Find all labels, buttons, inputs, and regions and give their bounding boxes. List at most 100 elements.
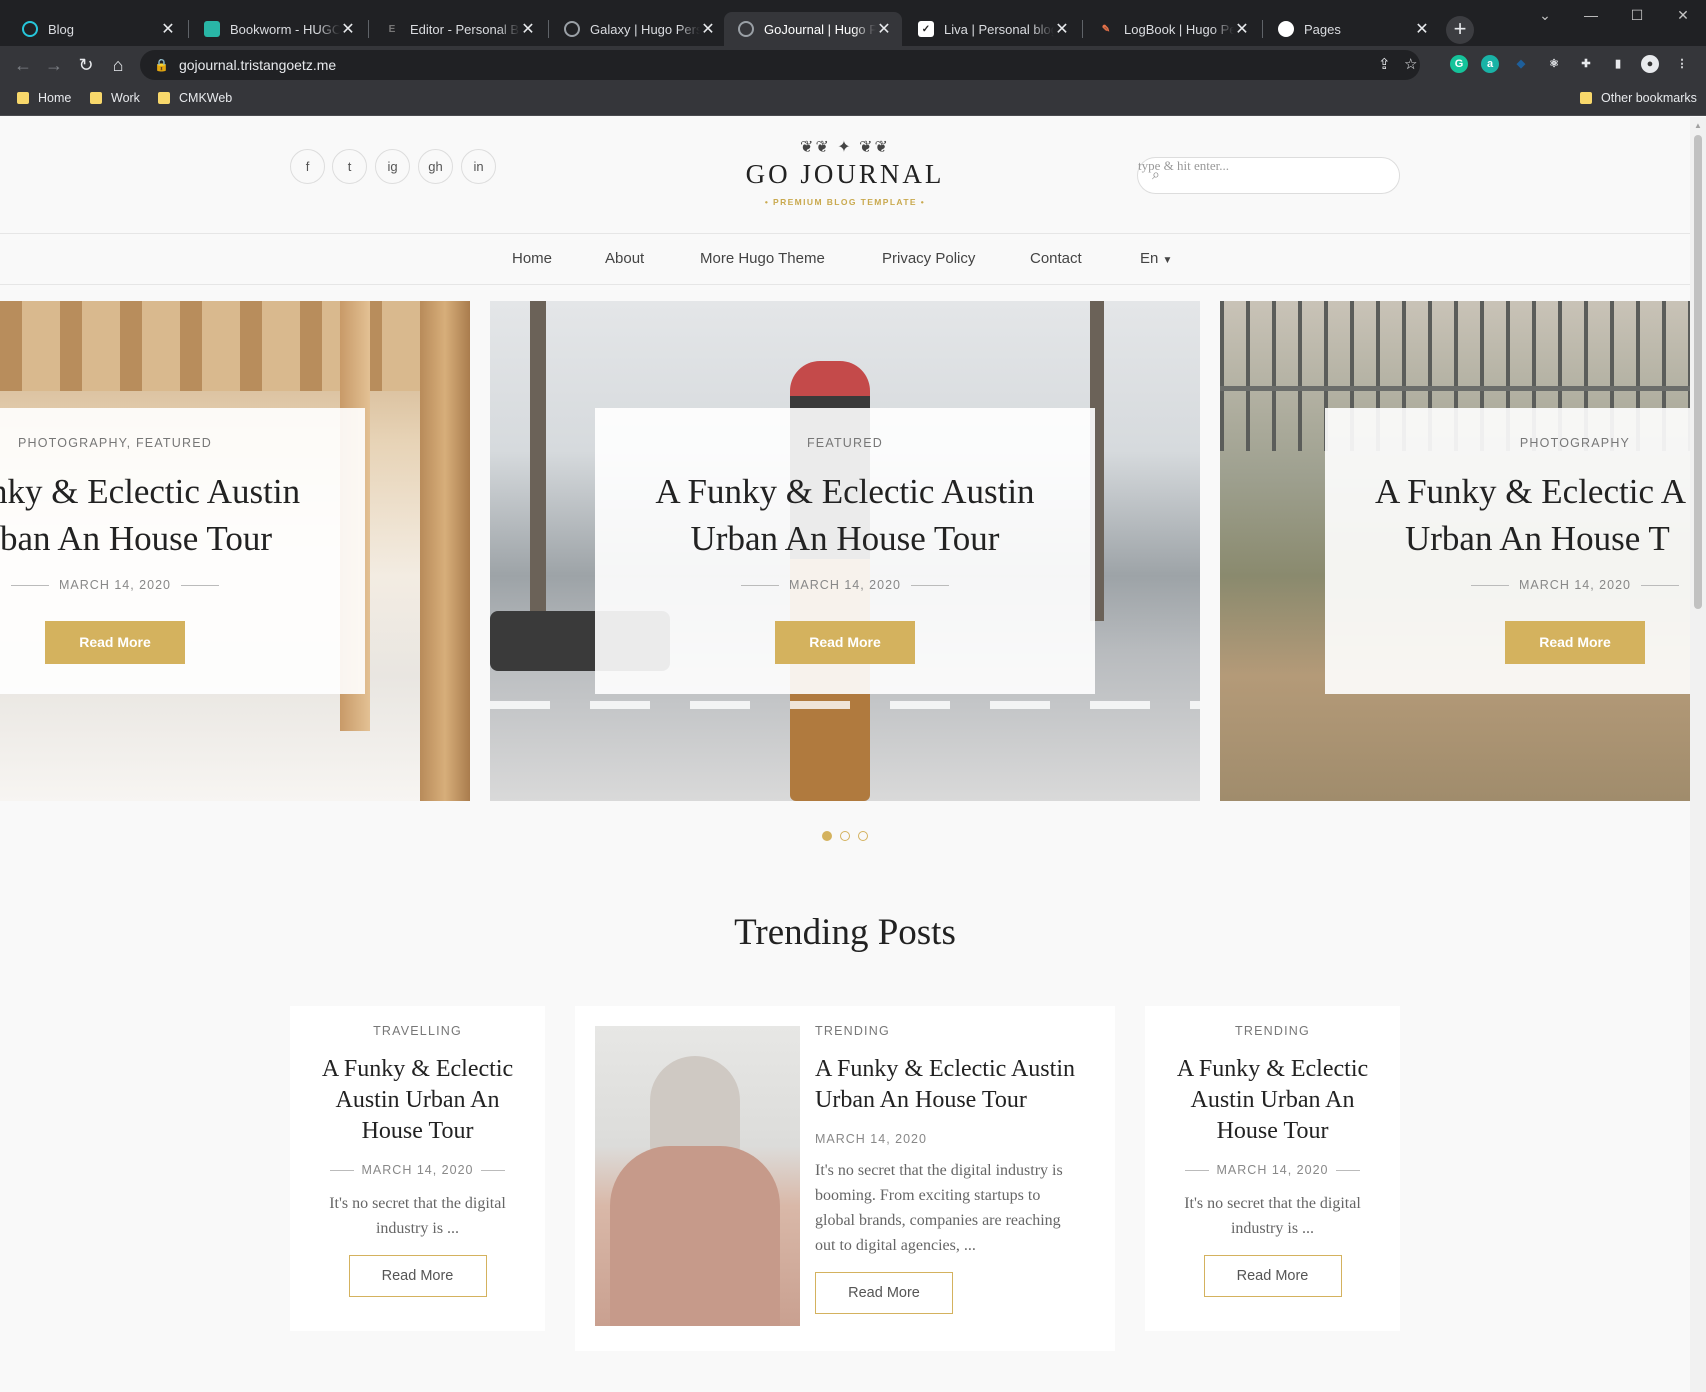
bookmark-work[interactable]: Work [90,91,140,105]
slide-title[interactable]: A Funky & Eclectic A Urban An House T [1325,468,1690,562]
close-window-button[interactable]: ✕ [1660,0,1706,30]
nav-more-hugo-theme[interactable]: More Hugo Theme [700,250,825,267]
nav-contact[interactable]: Contact [1030,250,1082,267]
tab-pages[interactable]: Pages ✕ [1264,12,1440,46]
extension-b-icon[interactable]: ◆ [1512,55,1530,73]
linkedin-icon[interactable]: in [461,149,496,184]
read-more-button[interactable]: Read More [1505,621,1645,664]
back-icon[interactable]: ← [10,52,36,78]
language-dropdown[interactable]: En ▼ [1140,250,1172,267]
tab-title: Bookworm - HUGO Blog [230,21,340,37]
profile-avatar[interactable]: ● [1641,55,1659,73]
forward-icon[interactable]: → [41,52,67,78]
slide-title[interactable]: nky & Eclectic Austin ban An House Tour [0,468,365,562]
read-more-button[interactable]: Read More [1203,1255,1342,1297]
trending-card-1: TRAVELLING A Funky & Eclectic Austin Urb… [290,1006,545,1331]
site-logo[interactable]: ❦❦ ✦ ❦❦ GO JOURNAL • PREMIUM BLOG TEMPLA… [700,137,990,207]
tab-liva[interactable]: ✓ Liva | Personal blog template ✕ [904,12,1080,46]
slide-title[interactable]: A Funky & Eclectic Austin Urban An House … [595,468,1095,562]
address-bar[interactable]: 🔒 gojournal.tristangoetz.me [140,50,1420,80]
minimize-button[interactable]: — [1568,0,1614,30]
post-category[interactable]: TRAVELLING [290,1024,545,1038]
nav-home[interactable]: Home [512,250,552,267]
menu-kebab-icon[interactable]: ⋮ [1673,55,1691,73]
post-title-line: House Tour [361,1118,474,1144]
slide-category[interactable]: PHOTOGRAPHY, FEATURED [0,436,365,450]
folder-icon [90,92,102,104]
tab-editor[interactable]: E Editor - Personal Blog ✕ [370,12,546,46]
bookmark-star-icon[interactable]: ☆ [1404,55,1417,73]
post-excerpt: It's no secret that the digital industry… [290,1191,545,1241]
close-icon[interactable]: ✕ [160,19,176,39]
post-date: MARCH 14, 2020 [290,1163,545,1177]
post-date: MARCH 14, 2020 [1145,1163,1400,1177]
close-icon[interactable]: ✕ [1054,19,1070,39]
close-icon[interactable]: ✕ [1414,19,1430,39]
tab-logbook[interactable]: ✎ LogBook | Hugo Personal ✕ [1084,12,1260,46]
react-devtools-icon[interactable]: ⚛ [1545,55,1563,73]
tab-blog[interactable]: Blog ✕ [8,12,186,46]
post-title[interactable]: A Funky & Eclectic Austin Urban An House… [815,1054,1095,1116]
post-category[interactable]: TRENDING [1145,1024,1400,1038]
slider-dot[interactable] [822,831,832,841]
tab-bookworm[interactable]: Bookworm - HUGO Blog ✕ [190,12,366,46]
grammarly-icon[interactable]: G [1450,55,1468,73]
post-title-line: A Funky & Eclectic [321,1056,514,1082]
scrollbar[interactable]: ▲ [1690,117,1706,1392]
close-icon[interactable]: ✕ [1234,19,1250,39]
close-icon[interactable]: ✕ [876,19,892,39]
slide-3[interactable]: PHOTOGRAPHY A Funky & Eclectic A Urban An… [1220,301,1690,801]
post-title-line: A Funky & Eclectic Austin [815,1056,1075,1082]
maximize-button[interactable]: ☐ [1614,0,1660,30]
slider-dot[interactable] [858,831,868,841]
lock-icon: 🔒 [154,58,169,72]
scrollbar-thumb[interactable] [1694,135,1702,609]
post-category[interactable]: TRENDING [815,1024,1095,1038]
read-more-button[interactable]: Read More [775,621,915,664]
scroll-up-icon[interactable]: ▲ [1694,121,1702,130]
slide-1[interactable]: PHOTOGRAPHY, FEATURED nky & Eclectic Aus… [0,301,470,801]
slide-category[interactable]: PHOTOGRAPHY [1325,436,1690,450]
reload-icon[interactable]: ↻ [73,52,99,78]
slider-dot[interactable] [840,831,850,841]
close-icon[interactable]: ✕ [340,19,356,39]
twitter-icon[interactable]: t [332,149,367,184]
side-panel-icon[interactable]: ▮ [1609,55,1627,73]
section-title: Trending Posts [734,912,956,953]
nav-about[interactable]: About [605,250,644,267]
slide-2[interactable]: FEATURED A Funky & Eclectic Austin Urban … [490,301,1200,801]
post-title[interactable]: A Funky & Eclectic Austin Urban An House… [1145,1054,1400,1147]
nav-privacy-policy[interactable]: Privacy Policy [882,250,975,267]
tab-galaxy[interactable]: Galaxy | Hugo Personal ✕ [550,12,726,46]
read-more-button[interactable]: Read More [348,1255,487,1297]
extension-a-icon[interactable]: a [1481,55,1499,73]
close-icon[interactable]: ✕ [520,19,536,39]
close-icon[interactable]: ✕ [700,19,716,39]
facebook-icon[interactable]: f [290,149,325,184]
read-more-button[interactable]: Read More [815,1272,953,1314]
slide-date: MARCH 14, 2020 [1325,578,1690,592]
slide-title-line: Urban An House Tour [690,519,1000,558]
tab-gojournal[interactable]: GoJournal | Hugo Personal ✕ [724,12,902,46]
post-title[interactable]: A Funky & Eclectic Austin Urban An House… [290,1054,545,1147]
post-thumbnail[interactable] [595,1026,800,1326]
slide-title-line: ban An House Tour [0,519,273,558]
tab-title: Pages [1304,21,1341,37]
editor-icon: E [388,23,396,35]
home-icon[interactable]: ⌂ [105,52,131,78]
trending-card-3: TRENDING A Funky & Eclectic Austin Urban… [1145,1006,1400,1331]
bookmark-home[interactable]: Home [17,91,71,105]
bookmark-cmkweb[interactable]: CMKWeb [158,91,232,105]
other-bookmarks[interactable]: Other bookmarks [1580,91,1697,105]
read-more-button[interactable]: Read More [45,621,185,664]
slide-category[interactable]: FEATURED [595,436,1095,450]
share-icon[interactable]: ⇪ [1378,55,1391,73]
github-icon[interactable]: gh [418,149,453,184]
tab-search-icon[interactable]: ⌄ [1522,0,1568,30]
instagram-icon[interactable]: ig [375,149,410,184]
extensions-puzzle-icon[interactable]: ✚ [1577,55,1595,73]
new-tab-button[interactable]: + [1446,16,1474,44]
bookmark-label: Other bookmarks [1601,91,1697,105]
search-input[interactable]: type & hit enter... ⌕ [1137,157,1400,194]
globe-icon [738,21,754,37]
